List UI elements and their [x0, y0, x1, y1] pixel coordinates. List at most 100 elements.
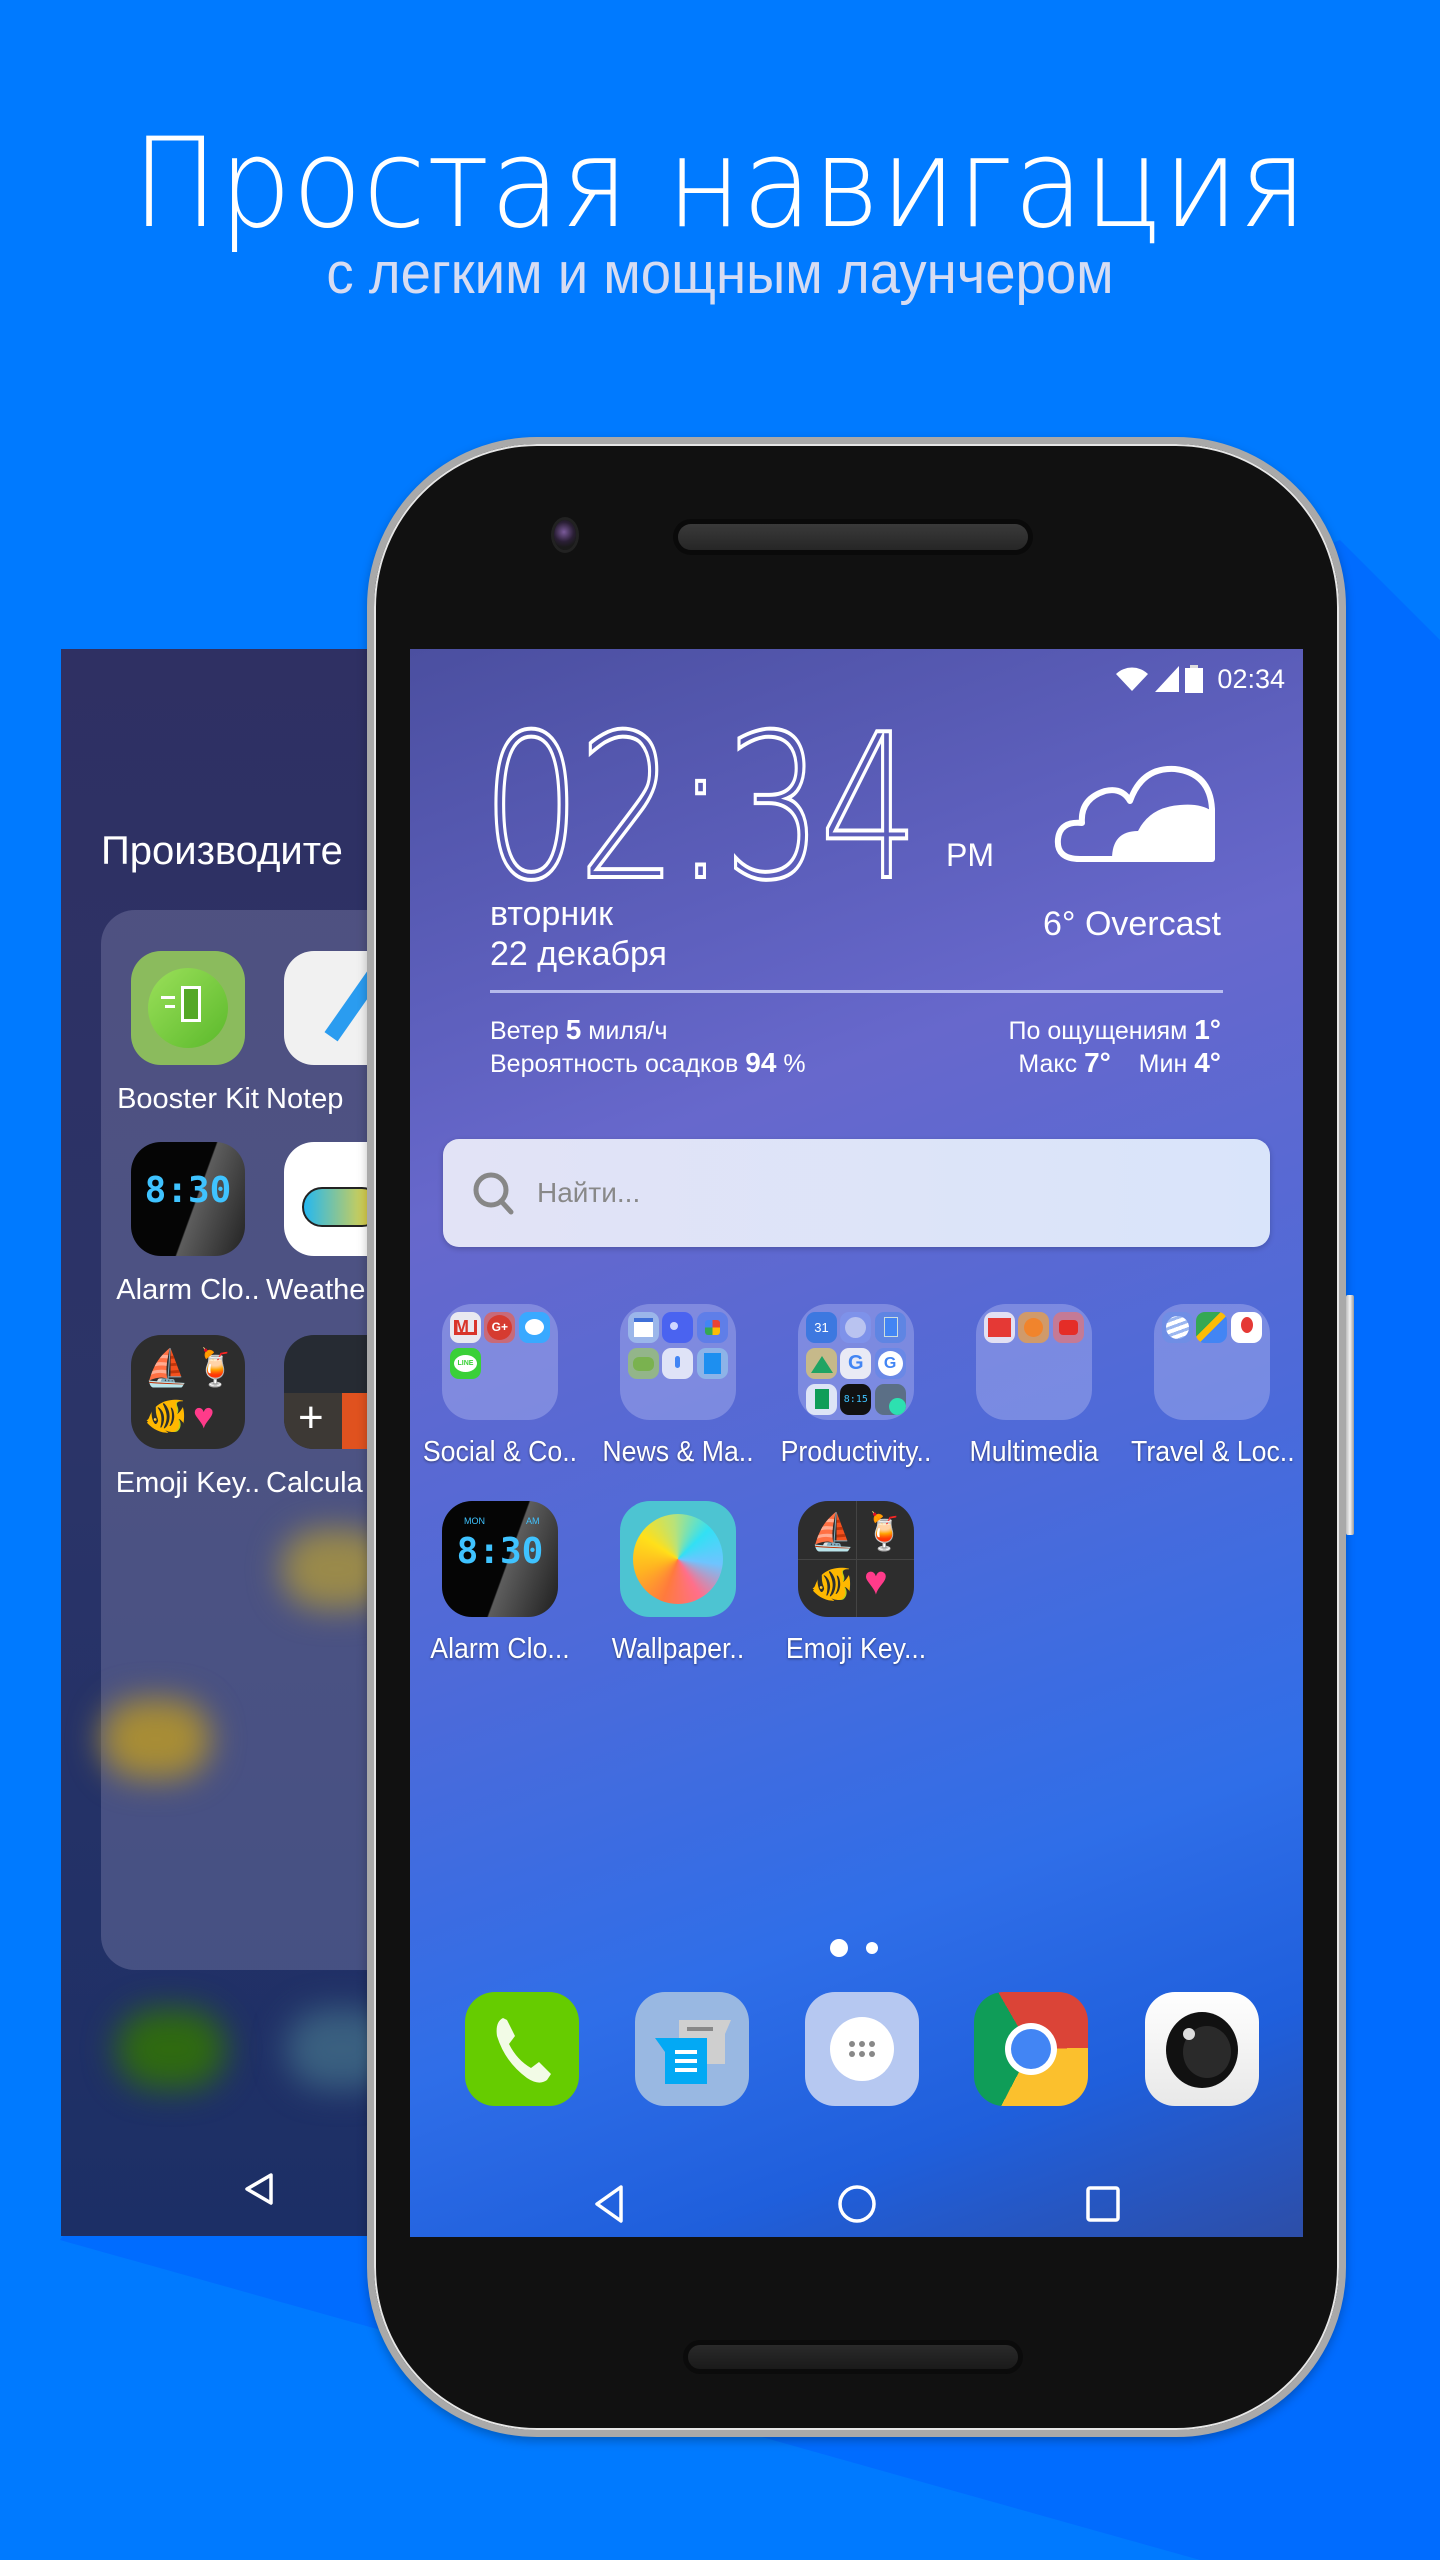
emoji-keyboard-icon: ⛵ 🍹 🐠 ♥ [798, 1501, 914, 1617]
status-bar: 02:34 [1115, 659, 1285, 699]
dock-phone[interactable] [465, 1992, 579, 2106]
search-input[interactable] [537, 1177, 1237, 1209]
wind-value: 5 [565, 1014, 582, 1045]
front-camera [554, 520, 576, 550]
back-app-notepad[interactable]: Notep [266, 951, 381, 1116]
app-label: Emoji Key... [785, 1633, 927, 1665]
earpiece-speaker [678, 524, 1028, 550]
voice-search-icon [662, 1348, 694, 1379]
power-button [1346, 1295, 1354, 1535]
sheets-icon [806, 1384, 837, 1415]
chrome-icon [1005, 2023, 1057, 2075]
background-app-folder-screen: Производите Booster Kit Notep 8:30 Alarm… [61, 649, 381, 2236]
places-icon [1230, 1312, 1262, 1343]
blurred-app-icon [281, 1529, 381, 1609]
alarm-clock-icon: 8:30 [131, 1142, 245, 1256]
gmail-icon: M [450, 1312, 481, 1343]
folder-label: Productivity.. [780, 1436, 932, 1468]
folder-icon [620, 1304, 736, 1420]
max-min-info: Макс 7° Мин 4° [1018, 1047, 1221, 1079]
books-icon [696, 1348, 728, 1379]
calculator-mini-icon [874, 1384, 906, 1415]
google-plus-icon: G+ [484, 1312, 516, 1343]
page-dot[interactable] [866, 1942, 878, 1954]
battery-icon [1185, 665, 1204, 693]
blurred-app-icon [101, 1699, 211, 1779]
back-app-alarm-clock[interactable]: 8:30 Alarm Clo.. [113, 1142, 263, 1307]
widget-divider [490, 990, 1223, 993]
back-app-weather[interactable]: Weathe [266, 1142, 381, 1307]
bottom-speaker [688, 2345, 1018, 2369]
wind-info: Ветер 5 миля/ч [490, 1014, 667, 1046]
folder-icon [1154, 1304, 1270, 1420]
page-indicator [830, 1939, 878, 1957]
wind-label: Ветер [490, 1017, 559, 1045]
clock-time[interactable]: 02:34 [480, 707, 920, 911]
cloud-icon[interactable] [1050, 759, 1220, 869]
app-label: Alarm Clo.. [116, 1274, 260, 1306]
calendar-icon: 31 [806, 1312, 837, 1343]
alarm-clock-mini-icon: 8:15 [840, 1384, 872, 1415]
earth-icon [1162, 1312, 1193, 1343]
promo-headline: Простая навигация [132, 112, 1308, 256]
folder-icon: M G+ LINE [442, 1304, 558, 1420]
status-time: 02:34 [1217, 663, 1285, 694]
dock-app-drawer[interactable] [805, 1992, 919, 2106]
app-label: Alarm Clo... [430, 1633, 570, 1665]
search-bar[interactable] [443, 1139, 1270, 1247]
clock-day: вторник [490, 895, 613, 933]
back-app-booster-kit[interactable]: Booster Kit [113, 951, 263, 1116]
precip-unit: % [783, 1050, 806, 1078]
folder-label: News & Ma.. [602, 1436, 754, 1468]
folder-multimedia[interactable]: Multimedia [946, 1304, 1122, 1469]
search-icon [473, 1172, 514, 1215]
folder-travel[interactable]: Travel & Loc.. [1124, 1304, 1300, 1469]
signal-icon [1155, 666, 1180, 692]
app-label: Calcula [266, 1467, 363, 1499]
folder-news[interactable]: News & Ma.. [590, 1304, 766, 1469]
maps-icon [1196, 1312, 1228, 1343]
alarm-clock-icon: 8:30 MON AM [442, 1501, 558, 1617]
blurred-dock-icon [116, 2009, 226, 2089]
back-app-emoji-keyboard[interactable]: ⛵ 🍹 🐠 ♥ Emoji Key.. [113, 1335, 263, 1500]
folder-icon: 31 G G 8:15 [798, 1304, 914, 1420]
feels-label: По ощущениям [1008, 1017, 1188, 1045]
precip-label: Вероятность осадков [490, 1050, 739, 1078]
photos-icon [696, 1312, 728, 1343]
nav-back-icon[interactable] [585, 2179, 635, 2229]
emoji-keyboard-icon: ⛵ 🍹 🐠 ♥ [131, 1335, 245, 1449]
app-emoji-keyboard[interactable]: ⛵ 🍹 🐠 ♥ Emoji Key... [768, 1501, 944, 1666]
docs-icon [874, 1312, 906, 1343]
wallpaper-icon [620, 1501, 736, 1617]
folder-productivity[interactable]: 31 G G 8:15 Productivity.. [768, 1304, 944, 1469]
drive-icon [806, 1348, 837, 1379]
messages-icon [655, 2020, 731, 2084]
newsstand-icon [662, 1312, 694, 1343]
home-screen: 02:34 02:34 PM вторник 22 декабря 6° Ove… [410, 649, 1303, 2237]
back-app-calculator[interactable]: + Calcula [266, 1335, 381, 1500]
clock-icon [840, 1312, 872, 1343]
clock-ampm: PM [946, 837, 994, 873]
folder-social[interactable]: M G+ LINE Social & Co.. [412, 1304, 588, 1469]
page-dot-active[interactable] [830, 1939, 848, 1957]
dock-messages[interactable] [635, 1992, 749, 2106]
app-label: Emoji Key.. [115, 1467, 261, 1499]
app-drawer-icon [830, 2017, 894, 2081]
music-icon [1018, 1312, 1050, 1343]
google-search-icon: G [874, 1348, 906, 1379]
promo-subheadline: с легким и мощным лаунчером [326, 241, 1114, 306]
folder-icon [976, 1304, 1092, 1420]
app-label: Weathe [266, 1274, 366, 1306]
line-icon: LINE [450, 1348, 481, 1379]
back-nav-back-icon[interactable] [239, 2169, 279, 2209]
dock-camera[interactable] [1145, 1992, 1259, 2106]
play-games-icon [628, 1348, 659, 1379]
dock-chrome[interactable] [974, 1992, 1088, 2106]
wifi-icon [1116, 667, 1149, 691]
app-wallpaper[interactable]: Wallpaper.. [590, 1501, 766, 1666]
nav-recents-icon[interactable] [1078, 2179, 1128, 2229]
precip-value: 94 [745, 1047, 777, 1078]
app-alarm-clock[interactable]: 8:30 MON AM Alarm Clo... [412, 1501, 588, 1666]
max-value: 7° [1084, 1047, 1111, 1078]
nav-home-icon[interactable] [832, 2179, 882, 2229]
